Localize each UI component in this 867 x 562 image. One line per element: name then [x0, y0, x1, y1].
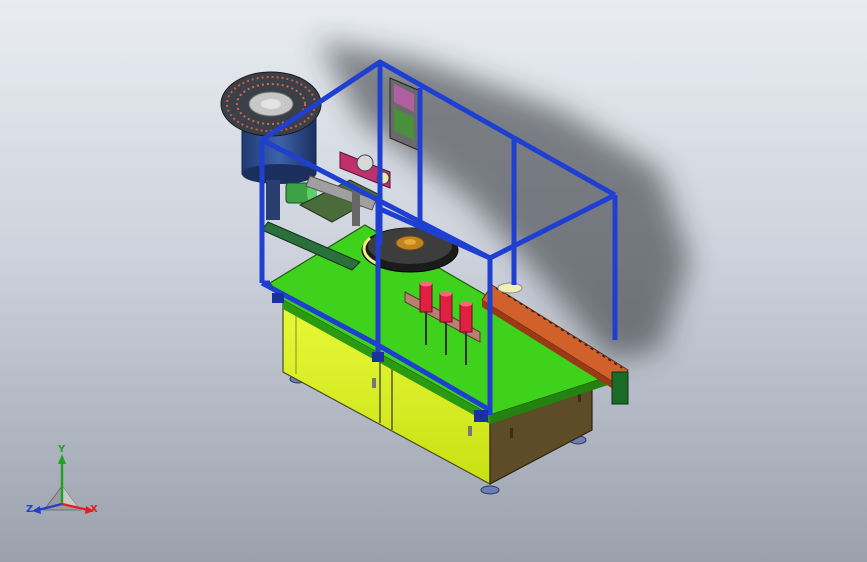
triad-graphic	[32, 454, 94, 514]
axis-triad: Y X Z	[22, 444, 112, 522]
y-arrow-icon	[58, 454, 66, 464]
y-axis-label: Y	[58, 444, 66, 455]
x-axis-label: X	[90, 504, 98, 515]
z-axis-label: Z	[26, 504, 34, 515]
control-panel	[389, 77, 419, 151]
assembly-model-view[interactable]	[0, 0, 867, 562]
z-arrow-icon	[32, 506, 41, 514]
cad-viewport[interactable]: Y X Z	[0, 0, 867, 562]
